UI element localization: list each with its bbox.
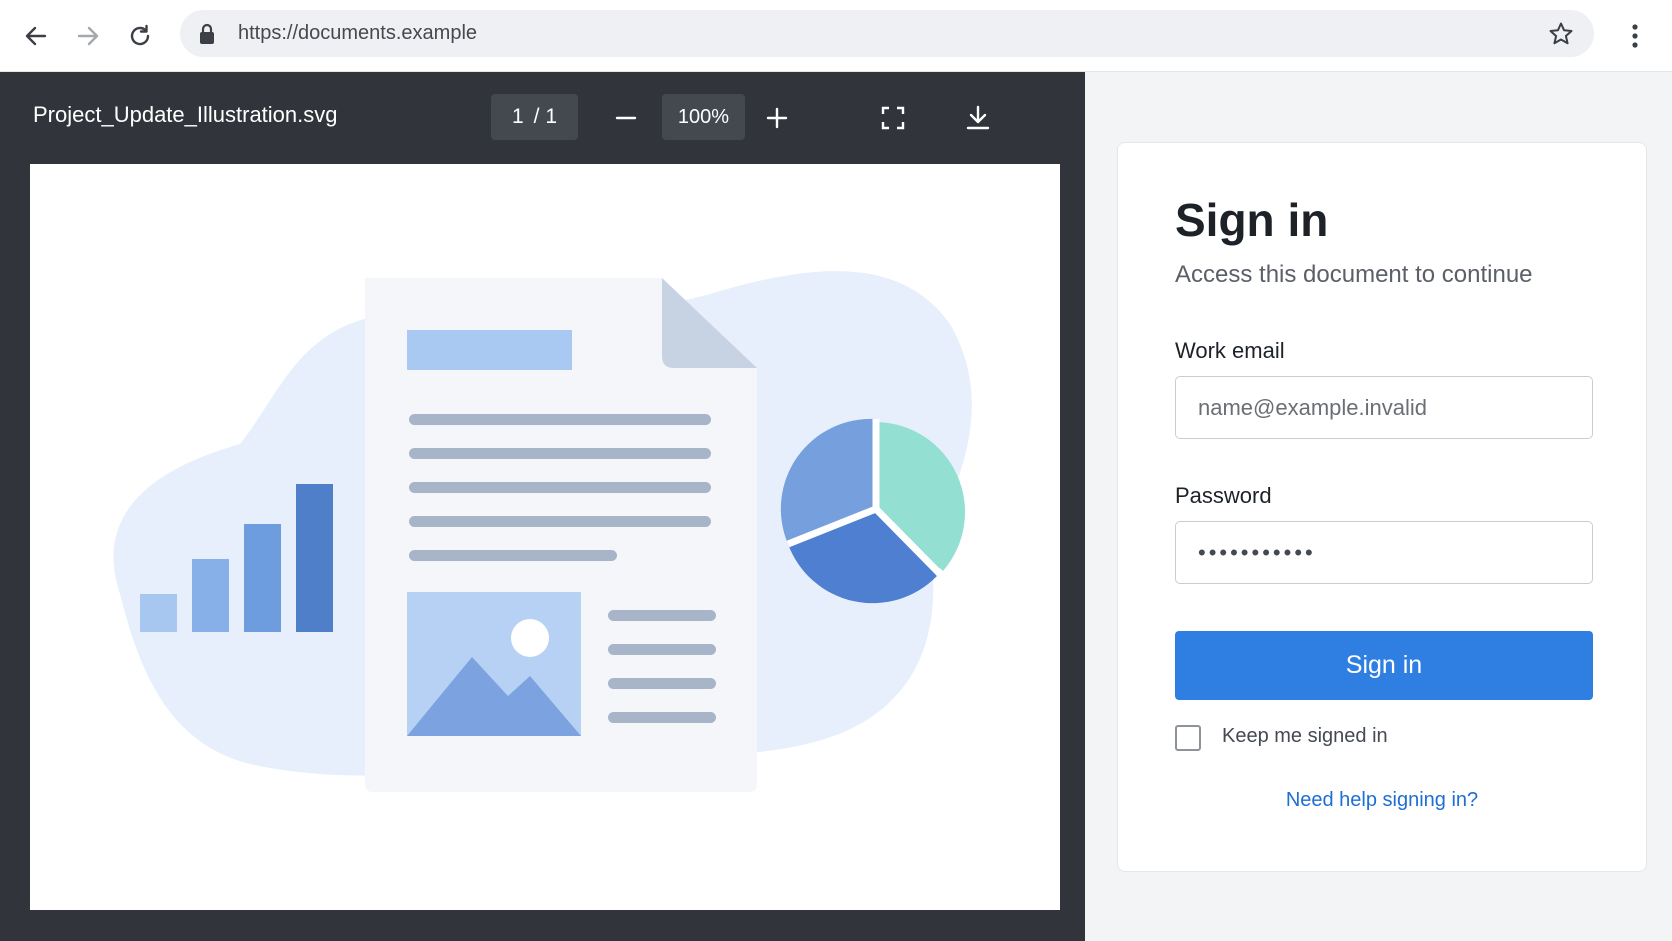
- url-text[interactable]: https://documents.example: [238, 22, 477, 45]
- back-arrow-icon: [25, 26, 47, 46]
- keep-signed-in-checkbox[interactable]: [1175, 725, 1201, 751]
- document-viewer: Project_Update_Illustration.svg 1 / 1 10…: [0, 72, 1085, 941]
- zoom-in-button[interactable]: [757, 98, 797, 138]
- download-button[interactable]: [958, 98, 998, 138]
- fullscreen-button[interactable]: [873, 98, 913, 138]
- email-input[interactable]: [1196, 377, 1570, 439]
- kebab-menu-icon: [1632, 24, 1638, 48]
- download-icon: [966, 105, 990, 130]
- project-illustration: [113, 271, 972, 792]
- bookmark-star-icon[interactable]: [1548, 21, 1574, 52]
- signin-button[interactable]: Sign in: [1175, 631, 1593, 700]
- plus-icon: [766, 107, 788, 129]
- browser-menu-button[interactable]: [1620, 18, 1650, 54]
- password-input[interactable]: [1196, 522, 1570, 584]
- signin-subtitle: Access this document to continue: [1175, 261, 1533, 288]
- browser-toolbar: https://documents.example: [0, 0, 1672, 72]
- reload-icon: [130, 24, 150, 46]
- zoom-level[interactable]: 100%: [662, 94, 745, 140]
- reload-button[interactable]: [122, 18, 158, 54]
- zoom-out-button[interactable]: [606, 98, 646, 138]
- password-field[interactable]: [1175, 521, 1593, 584]
- forward-arrow-icon: [77, 26, 99, 46]
- signin-title: Sign in: [1175, 194, 1329, 246]
- signin-card: Sign in Access this document to continue…: [1117, 142, 1647, 872]
- email-label: Work email: [1175, 338, 1285, 363]
- page-total: / 1: [533, 105, 558, 128]
- page-indicator[interactable]: 1 / 1: [491, 94, 578, 140]
- help-signin-link[interactable]: Need help signing in?: [1118, 789, 1646, 812]
- email-field[interactable]: [1175, 376, 1593, 439]
- lock-icon: [198, 23, 216, 50]
- document-graphic: [365, 278, 757, 792]
- address-bar[interactable]: https://documents.example: [180, 10, 1594, 57]
- document-page: [30, 164, 1060, 910]
- document-filename: Project_Update_Illustration.svg: [33, 102, 338, 127]
- forward-button[interactable]: [70, 18, 106, 54]
- back-button[interactable]: [18, 18, 54, 54]
- minus-icon: [615, 116, 637, 120]
- fullscreen-icon: [881, 106, 905, 130]
- password-label: Password: [1175, 483, 1272, 508]
- page-current[interactable]: 1: [512, 105, 524, 129]
- keep-signed-in-label[interactable]: Keep me signed in: [1222, 725, 1388, 748]
